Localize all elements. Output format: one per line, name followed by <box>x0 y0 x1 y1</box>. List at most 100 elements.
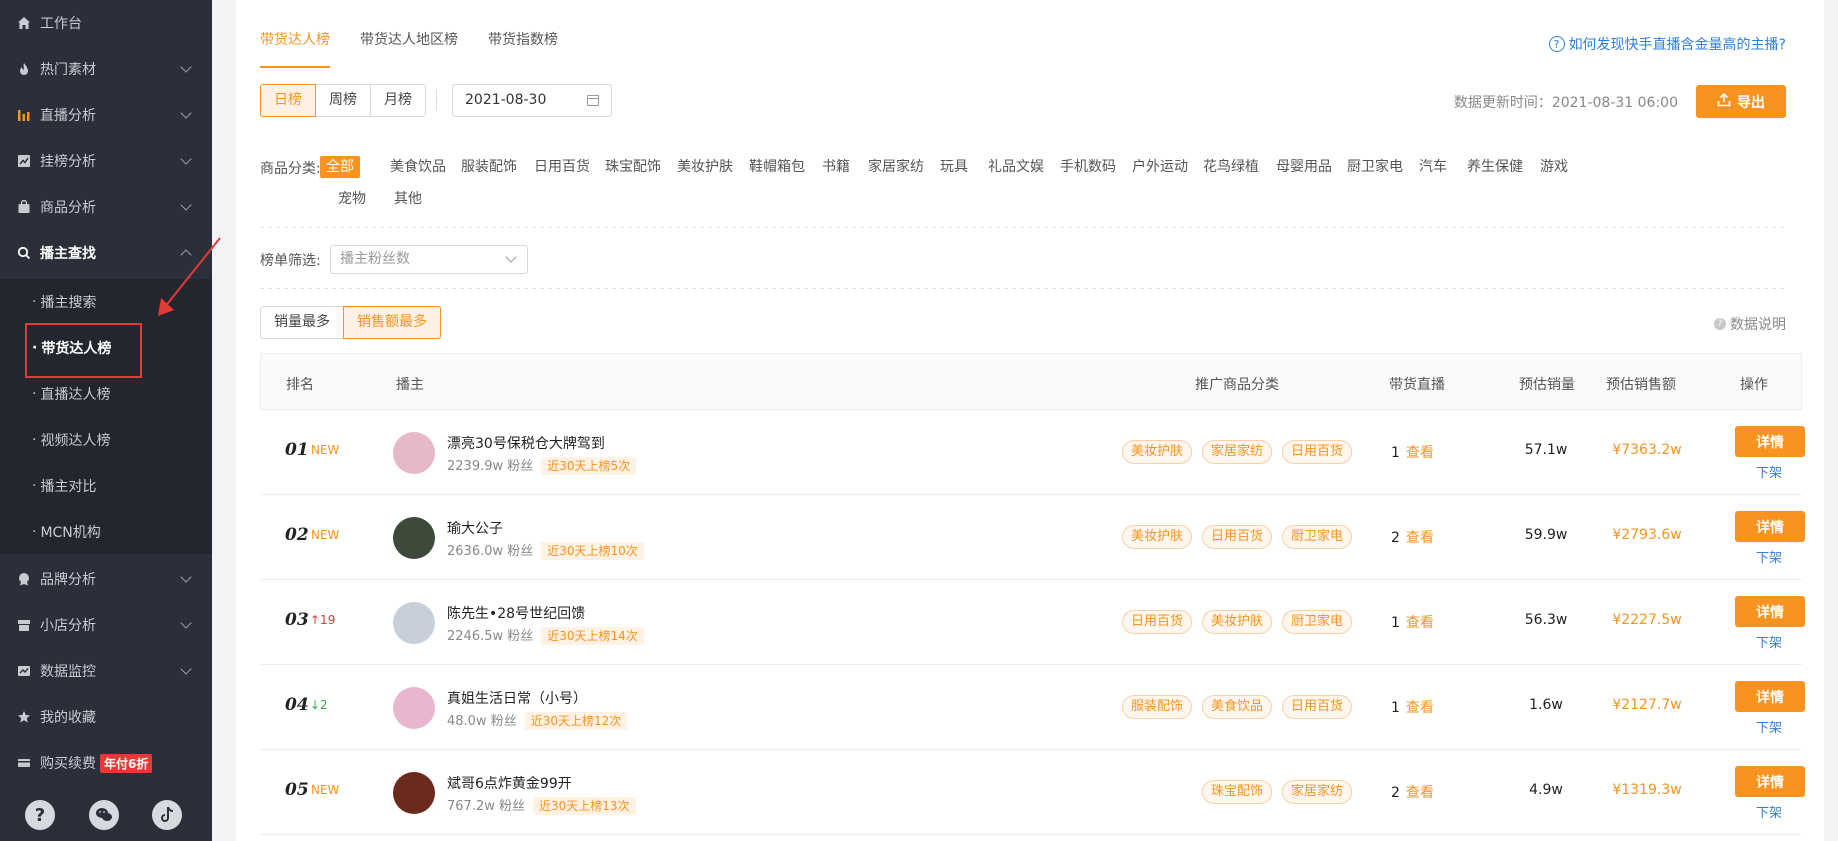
category-item[interactable]: 宠物 <box>338 188 366 210</box>
sidebar-item-store-analysis[interactable]: 小店分析 <box>0 602 212 648</box>
bullet: · <box>32 432 37 448</box>
star-icon <box>16 709 32 725</box>
anchor-name[interactable]: 斌哥6点炸黄金99开 <box>447 773 572 793</box>
category-item[interactable]: 美妆护肤 <box>677 156 733 178</box>
detail-button[interactable]: 详情 <box>1735 511 1805 542</box>
avatar[interactable] <box>393 517 435 559</box>
help-icon[interactable]: ? <box>25 800 55 830</box>
rank-change-badge: NEW <box>311 783 340 797</box>
anchor-fans: 767.2w 粉丝 近30天上榜13次 <box>447 795 636 815</box>
period-monthly-button[interactable]: 月榜 <box>370 84 426 117</box>
sub-item-anchor-compare[interactable]: · 播主对比 <box>0 463 212 509</box>
avatar[interactable] <box>393 772 435 814</box>
view-live-link[interactable]: 查看 <box>1406 445 1434 461</box>
unlist-link[interactable]: 下架 <box>1756 632 1782 651</box>
category-item[interactable]: 礼品文娱 <box>988 156 1044 178</box>
question-circle-icon: ? <box>1714 318 1726 330</box>
category-item[interactable]: 玩具 <box>940 156 968 178</box>
fans-count: 2246.5w 粉丝 <box>447 629 534 644</box>
sub-item-mcn[interactable]: · MCN机构 <box>0 509 212 555</box>
flame-icon <box>16 61 32 77</box>
avatar[interactable] <box>393 602 435 644</box>
live-count: 2 查看 <box>1391 782 1434 802</box>
sidebar-item-live-analysis[interactable]: 直播分析 <box>0 92 212 138</box>
detail-button[interactable]: 详情 <box>1735 681 1805 712</box>
tab-sales-index[interactable]: 带货指数榜 <box>488 28 558 68</box>
detail-button[interactable]: 详情 <box>1735 596 1805 627</box>
data-description-link[interactable]: ? 数据说明 <box>1714 314 1786 334</box>
sub-item-video-talent-ranking[interactable]: · 视频达人榜 <box>0 417 212 463</box>
promoted-categories: 日用百货 美妆护肤 厨卫家电 <box>1112 610 1352 634</box>
wechat-icon[interactable] <box>89 800 119 830</box>
help-link[interactable]: ? 如何发现快手直播含金量高的主播? <box>1548 34 1786 54</box>
view-live-link[interactable]: 查看 <box>1406 700 1434 716</box>
sort-by-revenue-button[interactable]: 销售额最多 <box>343 306 441 339</box>
category-item[interactable]: 养生保健 <box>1467 156 1523 178</box>
category-item[interactable]: 其他 <box>394 188 422 210</box>
category-item[interactable]: 汽车 <box>1419 156 1447 178</box>
category-tag: 厨卫家电 <box>1281 525 1352 549</box>
sidebar-item-data-monitor[interactable]: 数据监控 <box>0 648 212 694</box>
category-item[interactable]: 花鸟绿植 <box>1203 156 1259 178</box>
column-header: 操作 <box>1740 377 1768 393</box>
sidebar-item-label: 挂榜分析 <box>40 154 96 170</box>
anchor-name[interactable]: 瑜大公子 <box>447 518 503 538</box>
ranking-frequency-badge: 近30天上榜14次 <box>541 627 644 645</box>
avatar[interactable] <box>393 432 435 474</box>
category-item[interactable]: 珠宝配饰 <box>605 156 661 178</box>
category-item[interactable]: 鞋帽箱包 <box>749 156 805 178</box>
anchor-name[interactable]: 漂亮30号保税仓大牌驾到 <box>447 433 605 453</box>
rank-change-badge: ↑19 <box>310 613 336 627</box>
sub-item-label: 视频达人榜 <box>40 433 111 449</box>
category-item[interactable]: 母婴用品 <box>1276 156 1332 178</box>
date-value: 2021-08-30 <box>465 92 547 108</box>
category-item[interactable]: 户外运动 <box>1132 156 1188 178</box>
unlist-link[interactable]: 下架 <box>1756 717 1782 736</box>
fans-count: 2239.9w 粉丝 <box>447 459 534 474</box>
live-count: 1 查看 <box>1391 442 1434 462</box>
fans-count-select[interactable]: 播主粉丝数 <box>330 245 528 274</box>
category-item[interactable]: 家居家纺 <box>868 156 924 178</box>
unlist-link[interactable]: 下架 <box>1756 462 1782 481</box>
category-item[interactable]: 美食饮品 <box>390 156 446 178</box>
category-item[interactable]: 厨卫家电 <box>1347 156 1403 178</box>
category-item[interactable]: 游戏 <box>1540 156 1568 178</box>
category-item[interactable]: 全部 <box>320 156 360 178</box>
sidebar-item-label: 数据监控 <box>40 664 96 680</box>
tab-sales-talent[interactable]: 带货达人榜 <box>260 28 330 68</box>
date-picker[interactable]: 2021-08-30 <box>452 84 612 117</box>
sidebar-item-product-analysis[interactable]: 商品分析 <box>0 184 212 230</box>
ranking-frequency-badge: 近30天上榜12次 <box>524 712 628 730</box>
category-tag: 家居家纺 <box>1281 780 1352 804</box>
estimated-sales: 59.9w <box>1524 527 1568 543</box>
avatar[interactable] <box>393 687 435 729</box>
category-item[interactable]: 手机数码 <box>1060 156 1116 178</box>
sidebar-item-brand-analysis[interactable]: 品牌分析 <box>0 556 212 602</box>
sidebar-item-ranking-analysis[interactable]: 挂榜分析 <box>0 138 212 184</box>
period-weekly-button[interactable]: 周榜 <box>315 84 371 117</box>
promo-badge: 年付6折 <box>100 753 153 773</box>
category-item[interactable]: 服装配饰 <box>461 156 517 178</box>
view-live-link[interactable]: 查看 <box>1406 530 1434 546</box>
sort-by-volume-button[interactable]: 销量最多 <box>260 306 344 339</box>
unlist-link[interactable]: 下架 <box>1756 547 1782 566</box>
sidebar-item-label: 工作台 <box>40 16 82 32</box>
sidebar-item-purchase[interactable]: 购买续费 年付6折 <box>0 740 212 786</box>
period-daily-button[interactable]: 日榜 <box>260 84 316 117</box>
anchor-name[interactable]: 陈先生•28号世纪回馈 <box>447 603 585 623</box>
view-live-link[interactable]: 查看 <box>1406 615 1434 631</box>
tab-sales-region[interactable]: 带货达人地区榜 <box>360 28 458 68</box>
douyin-icon[interactable] <box>152 800 182 830</box>
sidebar-item-favorites[interactable]: 我的收藏 <box>0 694 212 740</box>
export-button[interactable]: 导出 <box>1696 85 1786 118</box>
category-item[interactable]: 日用百货 <box>534 156 590 178</box>
view-live-link[interactable]: 查看 <box>1406 785 1434 801</box>
detail-button[interactable]: 详情 <box>1735 766 1805 797</box>
anchor-name[interactable]: 真姐生活日常（小号） <box>447 688 587 708</box>
detail-button[interactable]: 详情 <box>1735 426 1805 457</box>
sidebar-item-workbench[interactable]: 工作台 <box>0 0 212 46</box>
sidebar-item-hot-materials[interactable]: 热门素材 <box>0 46 212 92</box>
category-item[interactable]: 书籍 <box>822 156 850 178</box>
unlist-link[interactable]: 下架 <box>1756 802 1782 821</box>
update-time: 数据更新时间：2021-08-31 06:00 <box>1453 95 1678 111</box>
